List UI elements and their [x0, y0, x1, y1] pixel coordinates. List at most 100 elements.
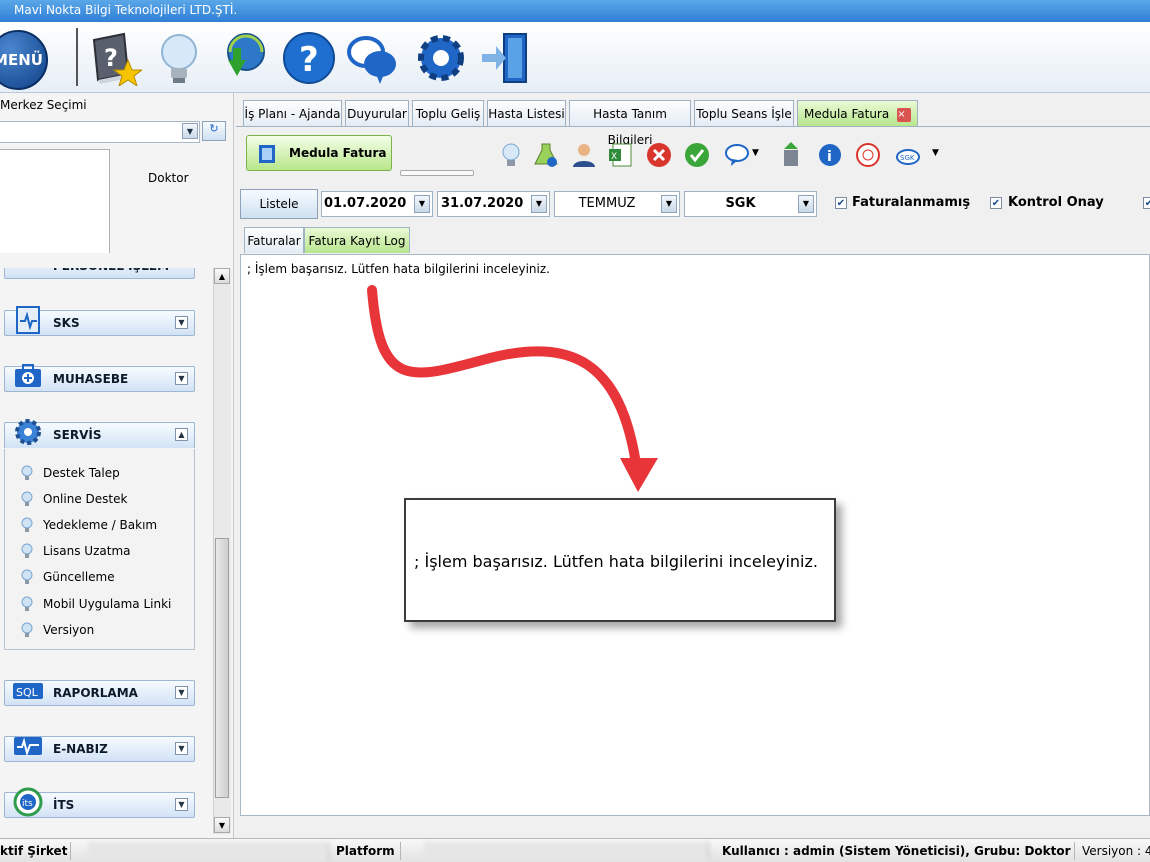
subtab-faturalar[interactable]: Faturalar	[244, 227, 304, 253]
dropdown-caret-icon[interactable]: ▼	[932, 148, 939, 158]
check-icon[interactable]	[684, 142, 710, 168]
subtab-fatura-kayit-log[interactable]: Fatura Kayıt Log	[304, 227, 410, 253]
tab-underline	[236, 126, 1150, 127]
help-icon[interactable]: ?	[282, 30, 336, 86]
window-title: Mavi Nokta Bilgi Teknolojileri LTD.ŞTİ.	[14, 3, 238, 17]
date-from-field[interactable]: 01.07.2020 ▼	[321, 191, 433, 217]
tab-medula-fatura[interactable]: Medula Fatura ×	[797, 100, 918, 126]
servis-item-label: Güncelleme	[43, 570, 115, 584]
dropdown-caret-icon[interactable]: ▼	[752, 148, 759, 158]
user-info: Kullanıcı : admin (Sistem Yöneticisi), G…	[722, 842, 1075, 860]
servis-item-versiyon[interactable]: Versiyon	[21, 620, 94, 640]
chevron-down-icon[interactable]: ▼	[798, 195, 814, 213]
center-select[interactable]: ▼	[0, 121, 200, 143]
chevron-down-icon[interactable]: ▼	[661, 195, 677, 213]
scroll-thumb[interactable]	[215, 538, 229, 798]
servis-item-destek-talep[interactable]: Destek Talep	[21, 463, 120, 483]
scroll-up-icon[interactable]: ▲	[214, 268, 230, 284]
clipboard-pulse-icon	[16, 306, 40, 334]
nav-group-muhasebe[interactable]: MUHASEBE ▼	[4, 364, 195, 392]
faturalanmamis-label: Faturalanmamış	[852, 195, 971, 210]
sidebar-scrollbar[interactable]: ▲ ▼	[213, 268, 231, 834]
lightbulb-icon[interactable]	[498, 142, 524, 168]
tab-hasta-tanim[interactable]: Hasta Tanım Bilgileri	[569, 100, 691, 147]
medula-fatura-button[interactable]: Medula Fatura	[246, 135, 392, 171]
exit-door-icon[interactable]	[478, 30, 532, 86]
servis-item-guncelleme[interactable]: Güncelleme	[21, 567, 115, 587]
svg-text:i: i	[827, 149, 832, 165]
tab-duyurular[interactable]: Duyurular	[345, 100, 409, 126]
user-icon[interactable]	[571, 142, 597, 168]
faturalanmamis-checkbox[interactable]: ✔	[835, 197, 847, 209]
flask-icon[interactable]	[533, 142, 559, 168]
extra-checkbox[interactable]: ✔	[1143, 197, 1150, 209]
active-company-label: ktif Şirket	[0, 842, 71, 860]
month-select[interactable]: TEMMUZ ▼	[554, 191, 680, 217]
info-icon[interactable]: i	[817, 142, 843, 168]
nav-group-raporlama[interactable]: SQL RAPORLAMA ▼	[4, 680, 195, 706]
chevron-down-icon[interactable]: ▼	[175, 686, 188, 699]
nav-group-sks[interactable]: SKS ▼	[4, 306, 195, 336]
lightbulb-icon	[21, 491, 33, 506]
date-to-value: 31.07.2020	[441, 196, 524, 211]
sql-icon: SQL	[13, 683, 43, 699]
company-value	[88, 842, 329, 860]
excel-icon[interactable]: X	[608, 142, 634, 168]
servis-item-yedekleme[interactable]: Yedekleme / Bakım	[21, 515, 157, 535]
chevron-down-icon[interactable]: ▼	[175, 372, 188, 385]
tab-toplu-seans[interactable]: Toplu Seans İşle	[694, 100, 794, 126]
date-to-field[interactable]: 31.07.2020 ▼	[437, 191, 550, 217]
chevron-down-icon[interactable]: ▼	[175, 798, 188, 811]
servis-item-label: Destek Talep	[43, 466, 120, 480]
sidebar: Merkez Seçimi ▼ ↻ Doktor PERSONEL İŞLEM …	[0, 93, 234, 838]
clip-mask	[0, 253, 213, 268]
chevron-up-icon[interactable]: ▲	[175, 428, 188, 441]
chevron-down-icon[interactable]: ▼	[175, 316, 188, 329]
version-info: Versiyon : 4	[1082, 844, 1150, 858]
tab-hasta-listesi[interactable]: Hasta Listesi	[487, 100, 566, 126]
main-toolbar: MENÜ ? ?	[0, 22, 1150, 93]
institution-select[interactable]: SGK ▼	[684, 191, 817, 217]
doctor-photo-box	[0, 149, 110, 267]
cancel-icon[interactable]	[646, 142, 672, 168]
institution-value: SGK	[725, 196, 756, 211]
center-selection-label: Merkez Seçimi	[0, 98, 87, 112]
servis-item-label: Mobil Uygulama Linki	[43, 597, 172, 611]
scroll-down-icon[interactable]: ▼	[214, 817, 230, 833]
servis-item-lisans-uzatma[interactable]: Lisans Uzatma	[21, 541, 130, 561]
menu-button[interactable]: MENÜ	[0, 30, 48, 90]
chevron-down-icon[interactable]: ▼	[414, 195, 430, 213]
nav-group-label: MUHASEBE	[53, 372, 129, 386]
nav-group-its[interactable]: its İTS ▼	[4, 787, 195, 818]
speech-bubble-icon[interactable]	[724, 142, 750, 168]
book-star-icon[interactable]: ?	[88, 30, 142, 86]
servis-item-mobil-uygulama[interactable]: Mobil Uygulama Linki	[21, 594, 171, 614]
gear-icon[interactable]	[414, 30, 468, 86]
chat-bubbles-icon[interactable]	[346, 30, 400, 86]
tab-is-plani[interactable]: İş Planı - Ajanda	[243, 100, 342, 126]
sgk-logo-icon[interactable]: SGK	[895, 142, 921, 168]
toolbar-divider	[76, 28, 78, 86]
chevron-down-icon[interactable]: ▼	[531, 195, 547, 213]
servis-item-label: Versiyon	[43, 623, 95, 637]
tab-toplu-gelis[interactable]: Toplu Geliş	[412, 100, 484, 126]
nav-group-label: SKS	[53, 316, 80, 330]
close-icon[interactable]: ×	[897, 107, 912, 122]
ministry-logo-icon[interactable]	[855, 142, 881, 168]
nav-group-enabiz[interactable]: E-NABIZ ▼	[4, 736, 195, 762]
progress-bar	[400, 170, 474, 176]
servis-item-label: Yedekleme / Bakım	[43, 518, 158, 532]
chevron-down-icon[interactable]: ▼	[182, 123, 198, 139]
nav-group-servis[interactable]: SERVİS ▲	[4, 419, 195, 448]
platform-value	[424, 842, 709, 860]
lightbulb-icon	[21, 622, 33, 637]
refresh-icon[interactable]: ↻	[202, 121, 226, 141]
refresh-globe-icon[interactable]	[216, 30, 270, 86]
svg-text:SGK: SGK	[900, 154, 915, 162]
servis-item-online-destek[interactable]: Online Destek	[21, 489, 127, 509]
listele-button[interactable]: Listele	[240, 189, 318, 219]
trash-download-icon[interactable]	[778, 142, 804, 168]
lightbulb-icon[interactable]	[152, 30, 206, 86]
chevron-down-icon[interactable]: ▼	[175, 742, 188, 755]
kontrol-onay-checkbox[interactable]: ✔	[990, 197, 1002, 209]
